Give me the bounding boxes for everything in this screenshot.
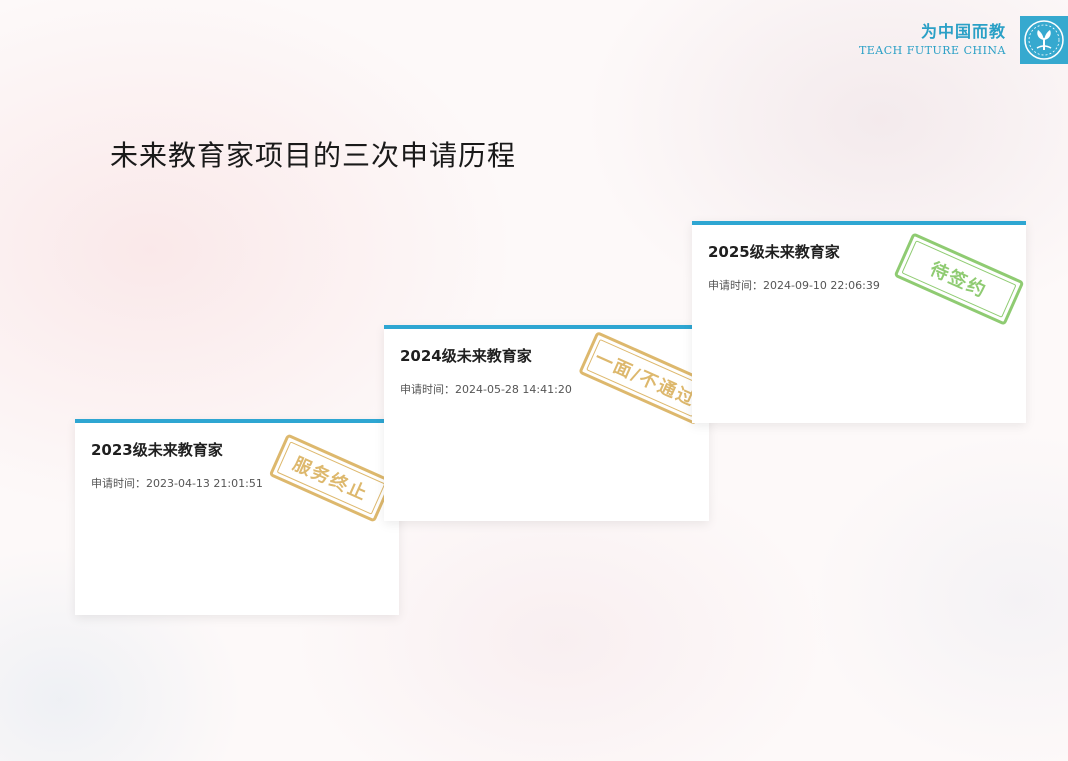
apply-time-label: 申请时间： <box>708 279 763 292</box>
brand-text: 为中国而教 TEACH FUTURE CHINA <box>859 21 1006 59</box>
application-card-2023: 2023级未来教育家 申请时间：2023-04-13 21:01:51 服务终止 <box>75 419 399 615</box>
apply-time-value: 2024-09-10 22:06:39 <box>763 279 880 292</box>
apply-time-label: 申请时间： <box>91 477 146 490</box>
brand-header: 为中国而教 TEACH FUTURE CHINA <box>859 10 1068 70</box>
apply-time-value: 2024-05-28 14:41:20 <box>455 383 572 396</box>
brand-name-cn: 为中国而教 <box>920 22 1006 41</box>
apply-time-label: 申请时间： <box>400 383 455 396</box>
page-title: 未来教育家项目的三次申请历程 <box>110 139 517 172</box>
brand-name-en: TEACH FUTURE CHINA <box>858 44 1006 57</box>
tree-emblem-icon <box>1020 16 1068 64</box>
application-card-2024: 2024级未来教育家 申请时间：2024-05-28 14:41:20 一面/不… <box>384 325 709 521</box>
apply-time-value: 2023-04-13 21:01:51 <box>146 477 263 490</box>
application-card-2025: 2025级未来教育家 申请时间：2024-09-10 22:06:39 待签约 <box>692 221 1026 423</box>
